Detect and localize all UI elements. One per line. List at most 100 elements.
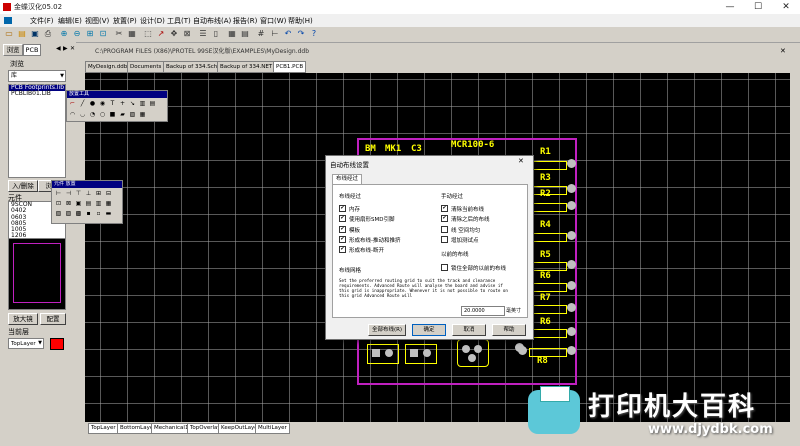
tab-backup-sch[interactable]: Backup of 334.Sch — [163, 61, 221, 73]
checkbox-evenly-space[interactable] — [441, 226, 448, 233]
sheet-icon[interactable]: ▯ — [211, 29, 221, 39]
component-icon[interactable]: ▥ — [139, 100, 146, 107]
autoroute-settings-dialog[interactable]: 自动布线设置 ✕ 布线经过 布线经过 ✔ 内存 ✔ 使用扇形SMD引脚 ✔ 模板… — [325, 155, 534, 340]
marker-icon[interactable]: ⊢ — [270, 29, 280, 39]
tab-routing-passes[interactable]: 布线经过 — [332, 174, 363, 184]
fill-icon[interactable]: ■ — [109, 111, 116, 118]
checkbox-add-testpoints[interactable] — [441, 236, 448, 243]
grid-value-input[interactable]: 20.0000 — [461, 306, 505, 316]
arc-center-icon[interactable]: ◠ — [69, 111, 76, 118]
dialog-close-icon[interactable]: ✕ — [518, 157, 524, 165]
checkbox-clean-current[interactable]: ✔ — [441, 205, 448, 212]
shove-icon[interactable]: ▨ — [65, 210, 72, 217]
ungroup-icon[interactable]: ▬ — [105, 210, 112, 217]
component-palette[interactable]: 元件 放置 ⊢ ⊣ ⊤ ⊥ ⊞ ⊟ ⊡ ⊠ ▣ ▤ ▥ ▦ ▧ ▨ ▩ ▪ ▫ … — [51, 180, 123, 224]
save-icon[interactable]: ▣ — [30, 29, 40, 39]
menu-tools[interactable]: 工具(T) — [167, 16, 191, 26]
menu-design[interactable]: 设计(D) — [140, 16, 165, 26]
tab-pcb1[interactable]: PCB1.PCB — [273, 61, 307, 73]
menu-report[interactable]: 报告(R) — [233, 16, 257, 26]
text-icon[interactable]: T — [109, 100, 116, 107]
checkbox-fanout-smd[interactable]: ✔ — [339, 215, 346, 222]
add-remove-button[interactable]: 入/删除 — [8, 180, 38, 192]
library-item[interactable]: PCBLIB01.LIB — [9, 90, 65, 97]
rect-arrange-icon[interactable]: ▦ — [105, 200, 112, 207]
zoom-area-icon[interactable]: ⊡ — [98, 29, 108, 39]
align-bottom-icon[interactable]: ⊡ — [55, 200, 62, 207]
align-top-icon[interactable]: ⊥ — [85, 190, 92, 197]
align-right-icon[interactable]: ⊤ — [75, 190, 82, 197]
help-icon[interactable]: ? — [309, 29, 319, 39]
align-left-icon[interactable]: ⊢ — [55, 190, 62, 197]
config-button[interactable]: 配置 — [40, 313, 66, 325]
split-plane-icon[interactable]: ▨ — [129, 111, 136, 118]
layer-tab-multilayer[interactable]: MultiLayer — [255, 423, 290, 434]
close-button[interactable]: ✕ — [772, 0, 800, 14]
array-paste-icon[interactable]: ▦ — [139, 111, 146, 118]
menu-place[interactable]: 放置(P) — [113, 16, 137, 26]
select-icon[interactable]: ⬚ — [143, 29, 153, 39]
circle-icon[interactable]: ○ — [99, 111, 106, 118]
panel-close-icon[interactable]: ✕ — [70, 45, 75, 52]
layer-tab-mechanical1[interactable]: Mechanical1 — [151, 423, 192, 434]
decrease-space-icon[interactable]: ▪ — [85, 210, 92, 217]
increase-space-icon[interactable]: ▩ — [75, 210, 82, 217]
mini-viewer[interactable] — [8, 238, 66, 310]
magnifier-button[interactable]: 放大镜 — [8, 313, 38, 325]
grid-icon[interactable]: ▦ — [227, 29, 237, 39]
group-icon[interactable]: ▫ — [95, 210, 102, 217]
zoom-out-icon[interactable]: ⊖ — [72, 29, 82, 39]
menu-autoroute[interactable]: 自动布线(A) — [193, 16, 231, 26]
browse-icon[interactable]: ▤ — [240, 29, 250, 39]
pad-icon[interactable]: ◉ — [99, 100, 106, 107]
wire-icon[interactable]: ↗ — [156, 29, 166, 39]
room-arrange-icon[interactable]: ▥ — [95, 200, 102, 207]
line-icon[interactable]: ╱ — [79, 100, 86, 107]
menu-file[interactable]: 文件(F) — [30, 16, 54, 26]
align-center-icon[interactable]: ⊣ — [65, 190, 72, 197]
tab-documents[interactable]: Documents — [127, 61, 165, 73]
layer-select[interactable]: TopLayer ▼ — [8, 338, 44, 349]
via-icon[interactable]: ● — [89, 100, 96, 107]
hash-icon[interactable]: # — [256, 29, 266, 39]
arrange-icon[interactable]: ▣ — [75, 200, 82, 207]
paste-icon[interactable]: ▦ — [127, 29, 137, 39]
undo-icon[interactable]: ↶ — [283, 29, 293, 39]
help-button[interactable]: 帮助 — [492, 324, 526, 336]
track-icon[interactable]: ⌐ — [69, 100, 76, 107]
arc-any-icon[interactable]: ◔ — [89, 111, 96, 118]
tab-scroll-right-icon[interactable]: ▶ — [63, 45, 68, 52]
path-close-icon[interactable]: ✕ — [780, 47, 786, 55]
menu-help[interactable]: 帮助(H) — [288, 16, 313, 26]
tab-scroll-left-icon[interactable]: ◀ — [56, 45, 61, 52]
menu-edit[interactable]: 编辑(E) — [58, 16, 82, 26]
chevron-down-icon[interactable]: ▼ — [60, 71, 64, 81]
print-icon[interactable]: ⎙ — [43, 29, 53, 39]
checkbox-clean-after[interactable]: ✔ — [441, 215, 448, 222]
arc-edge-icon[interactable]: ◡ — [79, 111, 86, 118]
chevron-down-icon[interactable]: ▼ — [38, 339, 42, 348]
menu-window[interactable]: 窗口(W) — [260, 16, 286, 26]
align-icon[interactable]: ☰ — [198, 29, 208, 39]
ok-button[interactable]: 确定 — [412, 324, 446, 336]
tab-mydesign[interactable]: MyDesign.ddb — [85, 61, 131, 73]
browse-select[interactable]: 库 ▼ — [8, 70, 66, 82]
polygon-icon[interactable]: ▰ — [119, 111, 126, 118]
open-icon[interactable]: ▤ — [17, 29, 27, 39]
move-to-grid-icon[interactable]: ▤ — [85, 200, 92, 207]
checkbox-pattern[interactable]: ✔ — [339, 226, 346, 233]
minimize-button[interactable]: — — [716, 0, 744, 14]
route-all-button[interactable]: 全部布线(R) — [368, 324, 406, 336]
cut-icon[interactable]: ✂ — [114, 29, 124, 39]
open-folder-icon[interactable]: ▭ — [4, 29, 14, 39]
menu-view[interactable]: 视图(V) — [85, 16, 109, 26]
deselect-icon[interactable]: ⊠ — [182, 29, 192, 39]
dimension-icon[interactable]: ↘ — [129, 100, 136, 107]
maximize-button[interactable]: ☐ — [744, 0, 772, 14]
layer-tab-top[interactable]: TopLayer — [88, 423, 119, 434]
coordinate-icon[interactable]: + — [119, 100, 126, 107]
redo-icon[interactable]: ↷ — [296, 29, 306, 39]
tab-backup-net[interactable]: Backup of 334.NET — [217, 61, 276, 73]
checkbox-shove-router[interactable]: ✔ — [339, 236, 346, 243]
align-vcenter-icon[interactable]: ⊠ — [65, 200, 72, 207]
